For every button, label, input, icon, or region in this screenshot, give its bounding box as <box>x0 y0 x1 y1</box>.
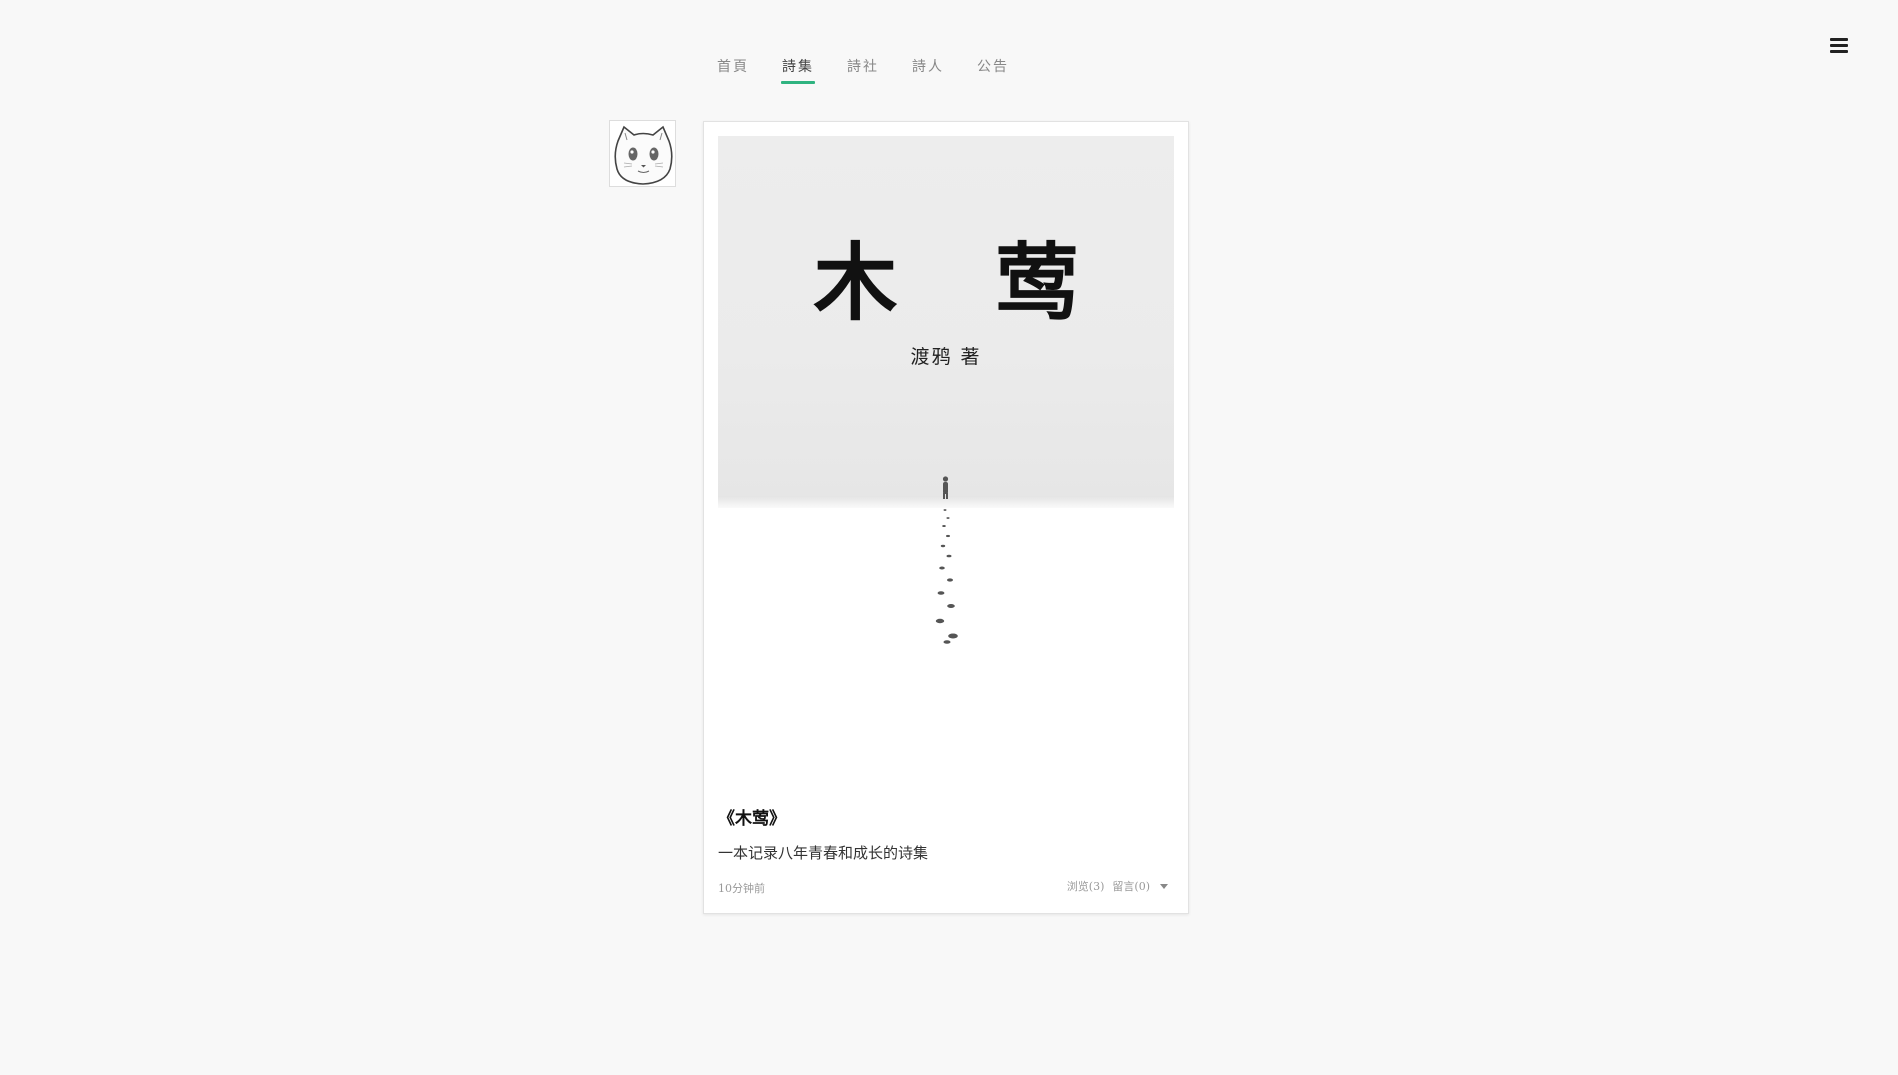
book-cover[interactable]: 木 莺 渡鸦 著 <box>718 136 1174 776</box>
cat-avatar-icon <box>610 121 675 186</box>
poetry-collection-card: 木 莺 渡鸦 著 《木莺》 一本记录八年青春和成长的诗集 10分钟前 浏览(3)… <box>703 121 1189 914</box>
hamburger-menu-icon[interactable] <box>1830 38 1848 54</box>
nav-item-poetry-society[interactable]: 詩社 <box>846 52 880 84</box>
card-stats: 浏览(3) 留言(0) <box>1067 878 1168 894</box>
nav-item-poets[interactable]: 詩人 <box>911 52 945 84</box>
main-nav: 首頁 詩集 詩社 詩人 公告 <box>716 52 1041 84</box>
cover-title: 木 莺 <box>813 233 1113 332</box>
post-timestamp: 10分钟前 <box>718 882 765 895</box>
nav-item-home[interactable]: 首頁 <box>716 52 750 84</box>
collection-title[interactable]: 《木莺》 <box>718 804 786 829</box>
views-count[interactable]: 浏览(3) <box>1067 878 1105 894</box>
nav-item-poetry-collections[interactable]: 詩集 <box>781 52 815 84</box>
nav-item-announcements[interactable]: 公告 <box>976 52 1010 84</box>
cover-author: 渡鸦 著 <box>910 346 982 368</box>
comments-count[interactable]: 留言(0) <box>1112 878 1150 894</box>
avatar[interactable] <box>609 120 676 187</box>
caret-down-icon[interactable] <box>1160 883 1168 889</box>
collection-description: 一本记录八年青春和成长的诗集 <box>718 844 929 862</box>
